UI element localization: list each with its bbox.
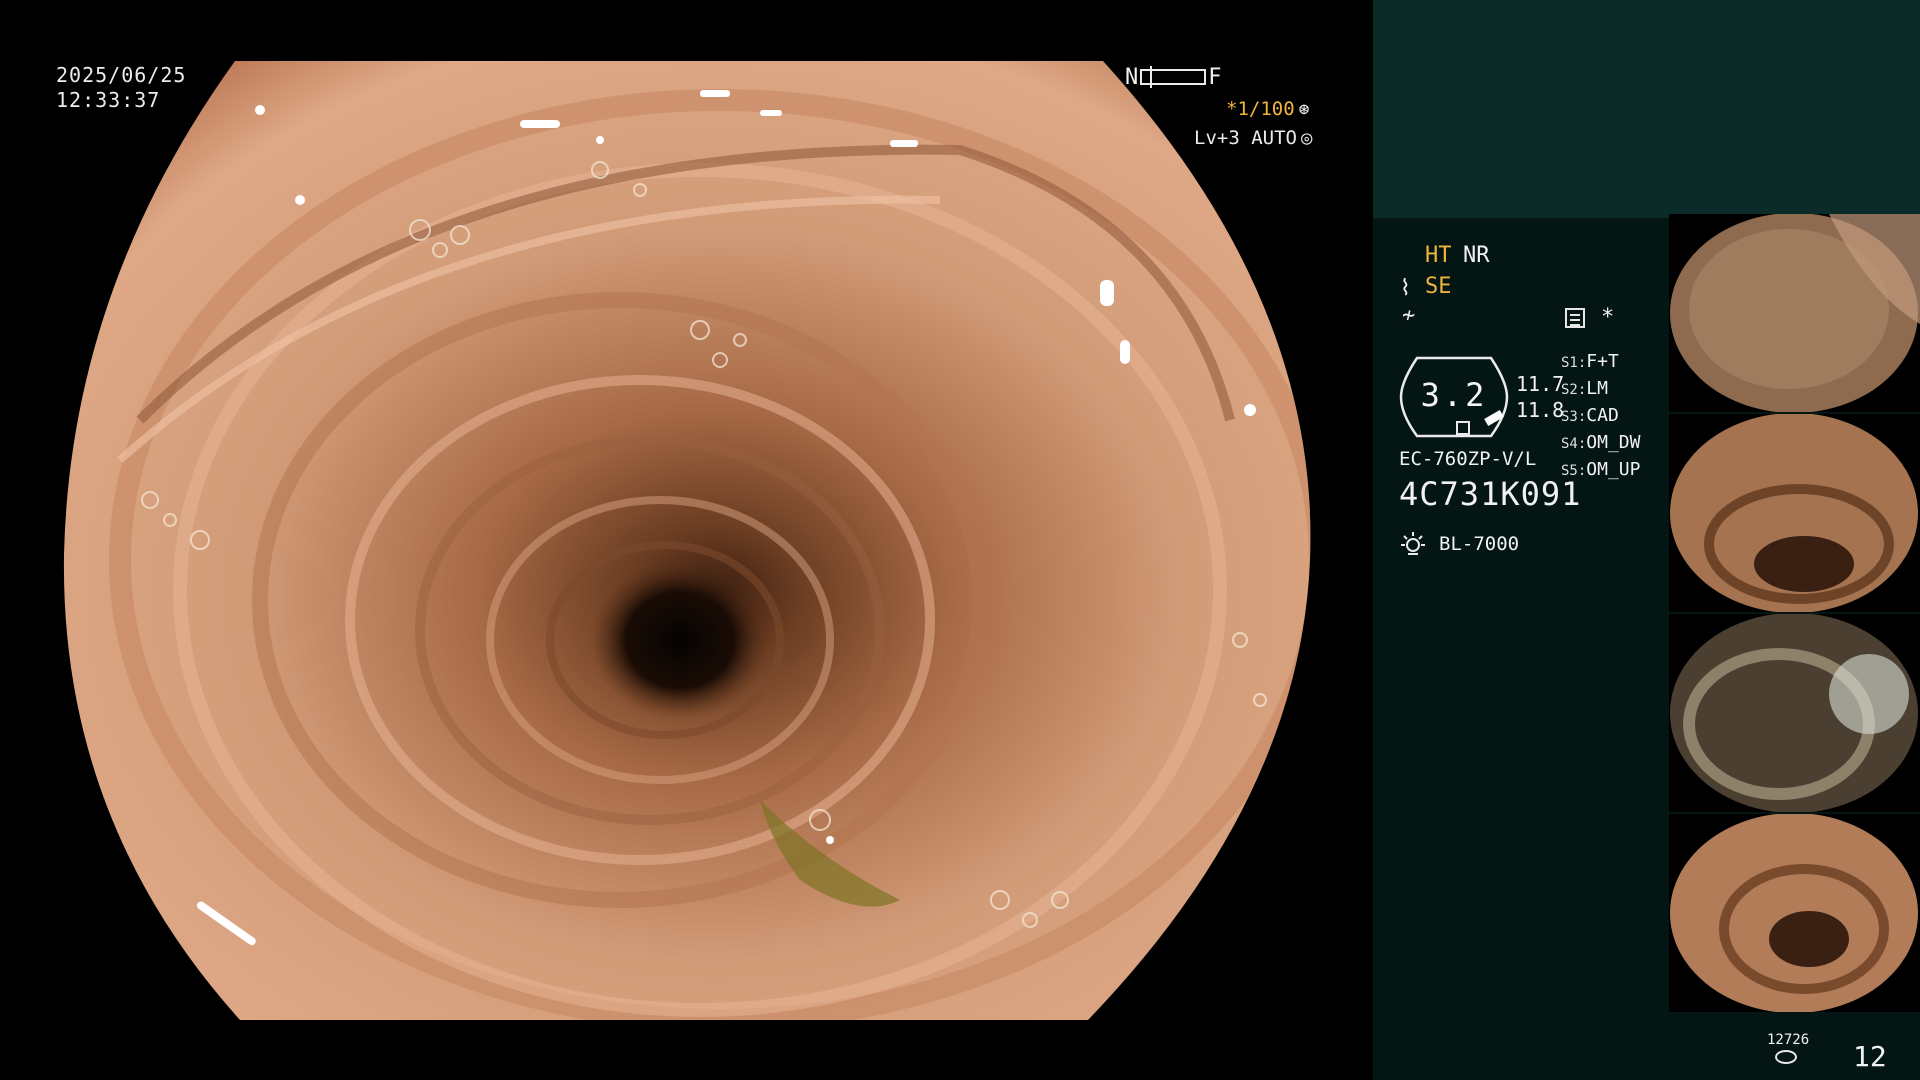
menu-icon [1565, 308, 1585, 328]
far-label: F [1208, 64, 1222, 90]
shutter-value: *1/100 [1226, 98, 1295, 120]
star-indicator: * [1601, 305, 1615, 330]
iris-icon: ◎ [1300, 127, 1313, 149]
info-panel: HT NR ⌇ SE ≁ * 3.2 11.7 11.8 S1:F+T S2:L… [1373, 0, 1920, 1080]
scope-setting-row: S1:F+T [1561, 351, 1619, 372]
gauge-reading-1: 11.7 [1516, 372, 1565, 396]
light-source-icon [1401, 532, 1425, 555]
thumbnail-3[interactable] [1669, 614, 1920, 812]
scope-setting-row: S2:LM [1561, 378, 1608, 399]
brightness-level: Lv+3 AUTO ◎ [1194, 127, 1312, 149]
near-label: N [1125, 64, 1139, 90]
thumbnail-4[interactable] [1669, 814, 1920, 1012]
scope-setting-row: S3:CAD [1561, 405, 1619, 426]
thumbnail-1[interactable] [1669, 214, 1920, 412]
panel-header-area [1373, 0, 1920, 218]
capture-time: 12:33:37 [56, 88, 161, 112]
shutter-speed: *1/100 ⊛ [1226, 98, 1309, 120]
scope-switch-settings: S1:F+T S2:LM S3:CAD S4:OM_DW S5:OM_UP [1561, 349, 1640, 484]
storage-icon [1775, 1050, 1797, 1064]
zoom-value: 3.2 [1420, 376, 1488, 414]
scope-serial: 4C731K091 [1399, 475, 1582, 513]
thumbnail-2[interactable] [1669, 414, 1920, 612]
nr-mode: NR [1463, 243, 1490, 268]
scope-model: EC-760ZP-V/L [1399, 448, 1537, 470]
gauge-reading-2: 11.8 [1516, 398, 1565, 422]
aperture-icon: ⊛ [1298, 98, 1310, 120]
endoscope-view-area: 2025/06/25 12:33:37 N F *1/100 ⊛ Lv+3 AU… [0, 0, 1373, 1080]
near-far-indicator: N F [1125, 64, 1222, 90]
capture-date: 2025/06/25 [56, 63, 187, 87]
scope-setting-row: S4:OM_DW [1561, 432, 1641, 453]
se-mode: SE [1425, 274, 1452, 299]
ht-mode: HT [1425, 243, 1452, 268]
structure-enhance-icon: ⌇ [1400, 276, 1411, 301]
freeze-icon: ≁ [1402, 303, 1416, 328]
light-source-model: BL-7000 [1439, 533, 1520, 555]
endoscopic-image [63, 61, 1311, 1020]
image-count: 12 [1853, 1040, 1887, 1073]
level-value: Lv+3 AUTO [1194, 127, 1297, 149]
image-count-small: 12726 [1767, 1032, 1810, 1048]
focus-bar [1140, 66, 1207, 88]
